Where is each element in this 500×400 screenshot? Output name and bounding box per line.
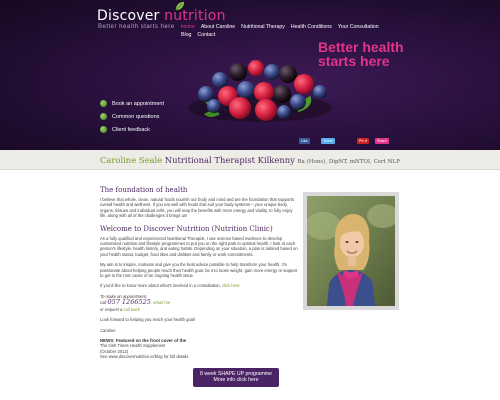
leaf-icon xyxy=(175,1,185,11)
nav-contact[interactable]: Contact xyxy=(197,32,215,38)
news-line-4: See www.discovernutrition.ie/blog for fu… xyxy=(100,354,189,360)
berries-image xyxy=(188,60,332,122)
therapist-role: Nutritional Therapist Kilkenny xyxy=(162,155,298,165)
common-questions-link[interactable]: Common questions xyxy=(100,110,164,123)
news-title: NEWS: Featured on the front cover of the xyxy=(100,337,187,343)
facebook-like-button[interactable]: Like xyxy=(299,138,310,144)
nav-blog[interactable]: Blog xyxy=(181,32,191,38)
site-tagline: Better health starts here xyxy=(98,24,175,30)
welcome-paragraph-2: My aim is to inspire, motivate and give … xyxy=(100,262,298,279)
look-forward-text: Look forward to helping you reach your h… xyxy=(100,317,196,323)
pin-it-button[interactable]: Pin it xyxy=(357,138,369,144)
therapist-qualifications: Ba (Hons), DipNT, mNTOI, Cert NLP xyxy=(297,159,400,165)
nav-about-caroline[interactable]: About Caroline xyxy=(201,24,235,30)
news-line-2: The Irish Times Health Supplement xyxy=(100,343,166,349)
welcome-heading: Welcome to Discover Nutrition (Nutrition… xyxy=(100,224,273,233)
main-content: The foundation of health I believe that … xyxy=(100,186,300,360)
berry-bullet-icon xyxy=(100,113,107,120)
request-line: or request a call back xyxy=(100,307,300,312)
consultation-text: If you'd like to know more about what's … xyxy=(100,283,222,289)
nav-nutritional-therapy[interactable]: Nutritional Therapy xyxy=(241,24,285,30)
phone-number[interactable]: 057 1266525 xyxy=(107,298,150,306)
nav-your-consultation[interactable]: Your Consultation xyxy=(338,24,379,30)
request-label: or request a xyxy=(100,306,124,312)
nav-health-conditions[interactable]: Health Conditions xyxy=(291,24,332,30)
consultation-click-here-link[interactable]: click here xyxy=(222,283,240,288)
hero-quick-links: Book an appointment Common questions Cli… xyxy=(100,97,164,136)
client-feedback-link[interactable]: Client feedback xyxy=(100,123,164,136)
berry-bullet-icon xyxy=(100,126,107,133)
news-line-3: (October 2012) xyxy=(100,348,129,354)
welcome-paragraph-1: As a fully qualified and experienced Nut… xyxy=(100,235,298,257)
berry-bullet-icon xyxy=(100,100,107,107)
logo-main-text: Discover xyxy=(97,8,165,24)
cta-line-2: More info click here xyxy=(213,377,259,384)
book-appointment-link[interactable]: Book an appointment xyxy=(100,97,164,110)
book-appointment-label: Book an appointment xyxy=(112,100,164,107)
profile-photo-frame xyxy=(303,192,399,310)
call-back-link[interactable]: call back xyxy=(124,307,140,312)
share-button[interactable]: Share xyxy=(375,138,389,144)
call-line: call 057 1266525, email me xyxy=(100,298,300,306)
nav-home[interactable]: Home xyxy=(181,24,195,30)
main-nav: Home About Caroline Nutritional Therapy … xyxy=(181,24,391,38)
news-paragraph: NEWS: Featured on the front cover of the… xyxy=(100,338,300,360)
client-feedback-label: Client feedback xyxy=(112,126,150,133)
therapist-name: Caroline Seale xyxy=(100,155,163,165)
consultation-paragraph: If you'd like to know more about what's … xyxy=(100,283,300,288)
page-title: Caroline Seale Nutritional Therapist Kil… xyxy=(100,155,400,165)
shape-up-programme-button[interactable]: 8 week SHAPE UP programme More info clic… xyxy=(193,368,279,387)
common-questions-label: Common questions xyxy=(112,113,160,120)
tweet-button[interactable]: Tweet xyxy=(321,138,335,144)
profile-photo xyxy=(305,196,399,306)
email-me-link[interactable]: , email me xyxy=(151,300,170,305)
site-header: Discover nutrition Better health starts … xyxy=(0,0,500,150)
foundation-heading: The foundation of health xyxy=(100,186,188,194)
signature: Caroline xyxy=(100,327,116,333)
site-logo[interactable]: Discover nutrition xyxy=(97,8,226,24)
foundation-paragraph: I believe that whole, clean, natural foo… xyxy=(100,197,294,219)
